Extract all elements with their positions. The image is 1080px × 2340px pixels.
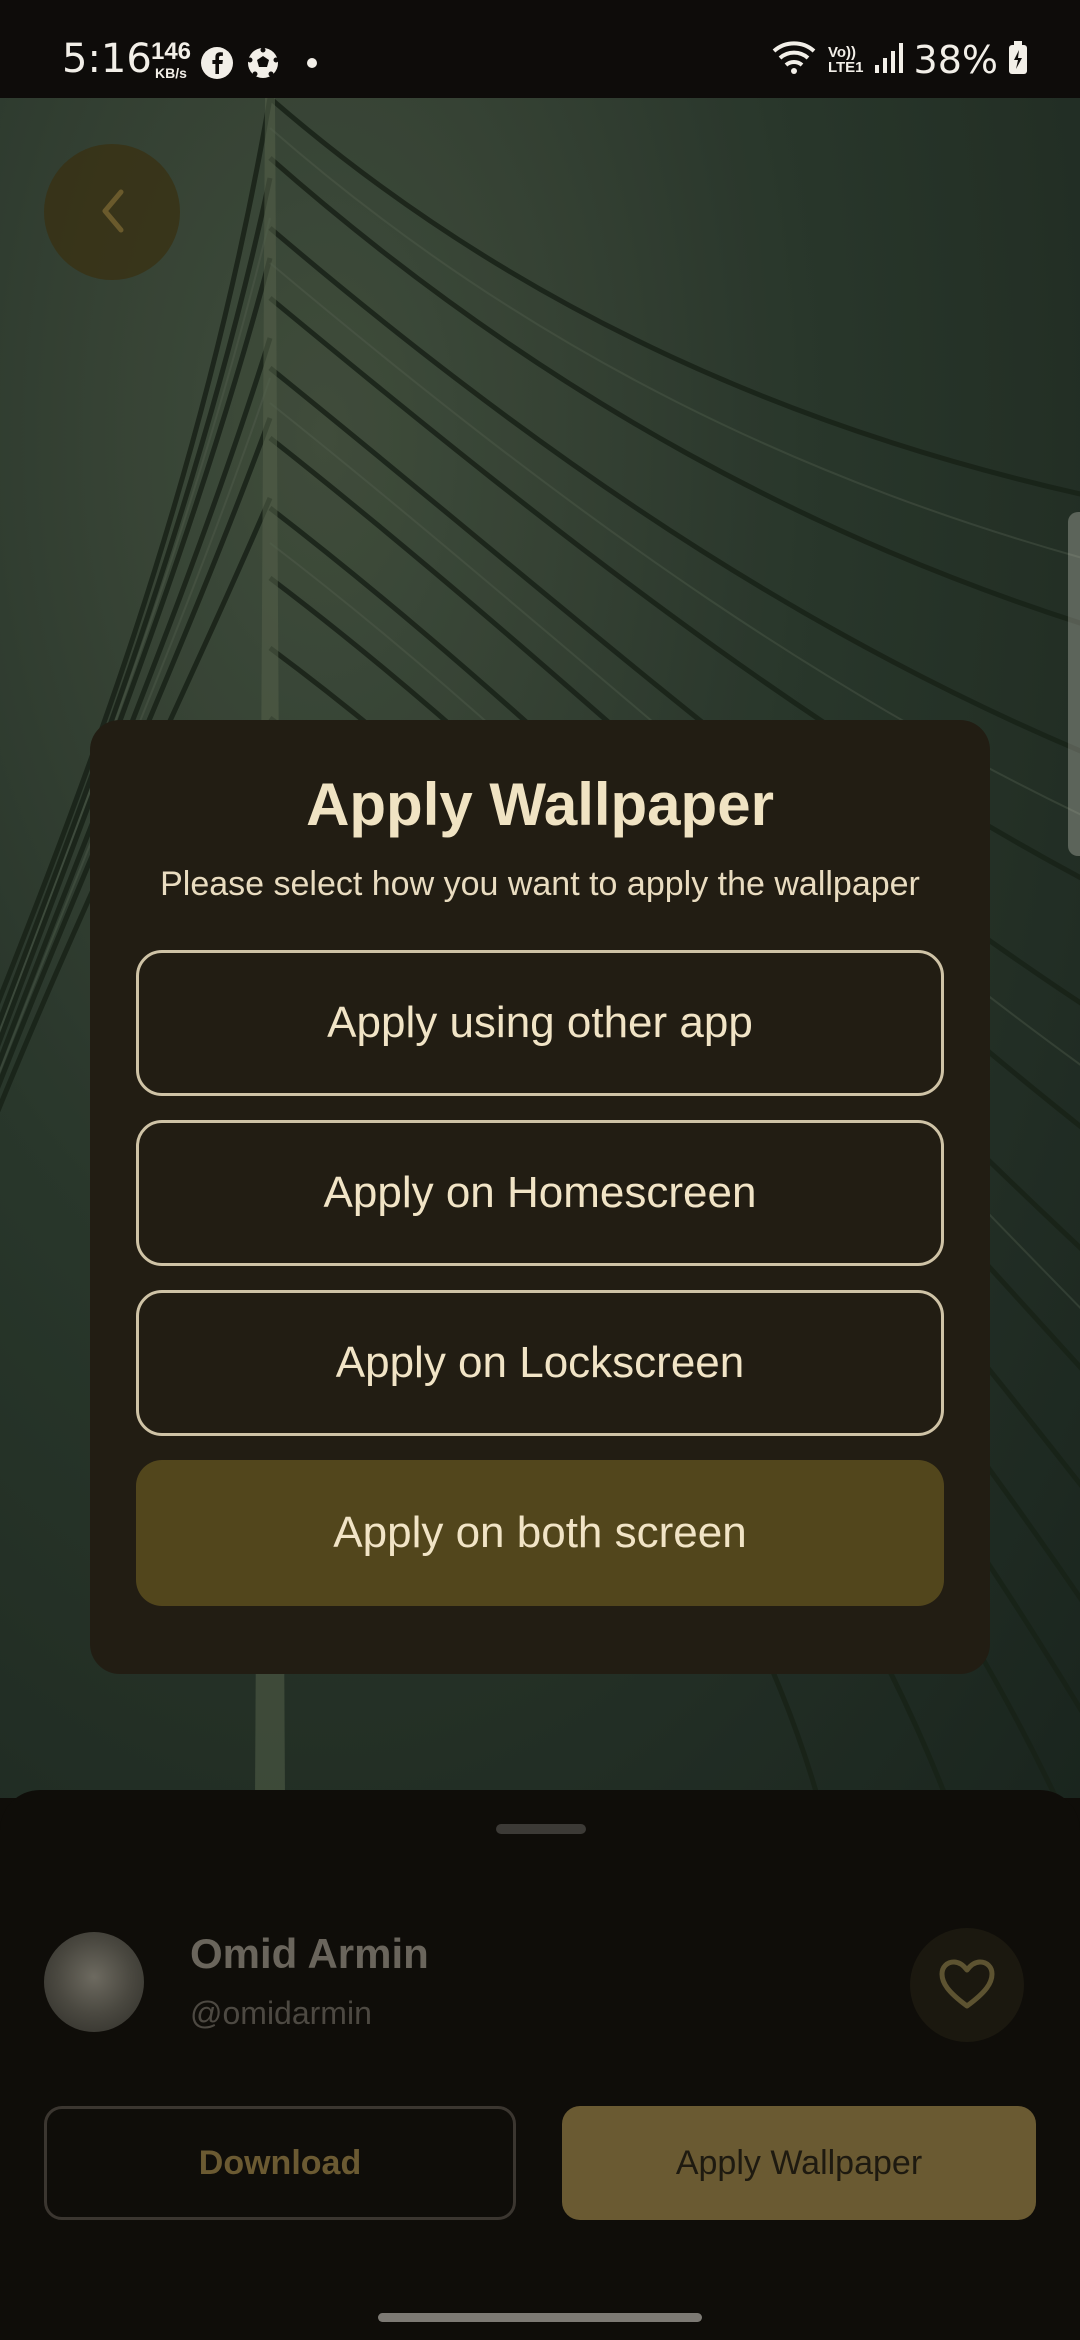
facebook-icon xyxy=(200,46,234,85)
download-button[interactable]: Download xyxy=(44,2106,516,2220)
apply-homescreen-button[interactable]: Apply on Homescreen xyxy=(136,1120,944,1266)
battery-percent: 38% xyxy=(913,38,998,82)
signal-icon xyxy=(874,41,904,80)
author-handle[interactable]: @omidarmin xyxy=(190,1995,372,2032)
author-name[interactable]: Omid Armin xyxy=(190,1930,429,1978)
bottom-sheet xyxy=(0,1790,1080,2300)
apply-wallpaper-button[interactable]: Apply Wallpaper xyxy=(562,2106,1036,2220)
avatar[interactable] xyxy=(44,1932,144,2032)
soccer-ball-icon xyxy=(246,46,280,85)
volte-label-top: Vo)) xyxy=(827,44,857,61)
status-bar: 5:16 146 KB/s Vo)) LTE1 38% xyxy=(0,0,1080,98)
apply-both-screens-button[interactable]: Apply on both screen xyxy=(136,1460,944,1606)
wifi-icon xyxy=(770,39,818,82)
dot-icon xyxy=(306,56,318,74)
chevron-left-icon xyxy=(97,186,127,239)
dialog-subtitle: Please select how you want to apply the … xyxy=(160,865,920,903)
apply-other-app-button[interactable]: Apply using other app xyxy=(136,950,944,1096)
status-right: Vo)) LTE1 38% xyxy=(770,38,1028,82)
volte-label-bottom: LTE1 xyxy=(827,59,864,76)
network-speed-value: 146 xyxy=(150,38,192,65)
heart-icon xyxy=(938,1958,996,2013)
dialog-title: Apply Wallpaper xyxy=(306,771,774,838)
network-speed: 146 KB/s xyxy=(150,38,192,81)
apply-lockscreen-button[interactable]: Apply on Lockscreen xyxy=(136,1290,944,1436)
favorite-button[interactable] xyxy=(910,1928,1024,2042)
sheet-drag-handle[interactable] xyxy=(496,1824,586,1834)
home-indicator[interactable] xyxy=(378,2313,702,2322)
network-speed-unit: KB/s xyxy=(155,65,187,81)
status-time: 5:16 xyxy=(62,36,152,82)
apply-wallpaper-dialog: Apply Wallpaper Please select how you wa… xyxy=(90,720,990,1674)
battery-icon xyxy=(1008,40,1028,80)
scroll-handle[interactable] xyxy=(1068,512,1080,856)
volte-icon: Vo)) LTE1 xyxy=(828,45,864,75)
back-button[interactable] xyxy=(44,144,180,280)
